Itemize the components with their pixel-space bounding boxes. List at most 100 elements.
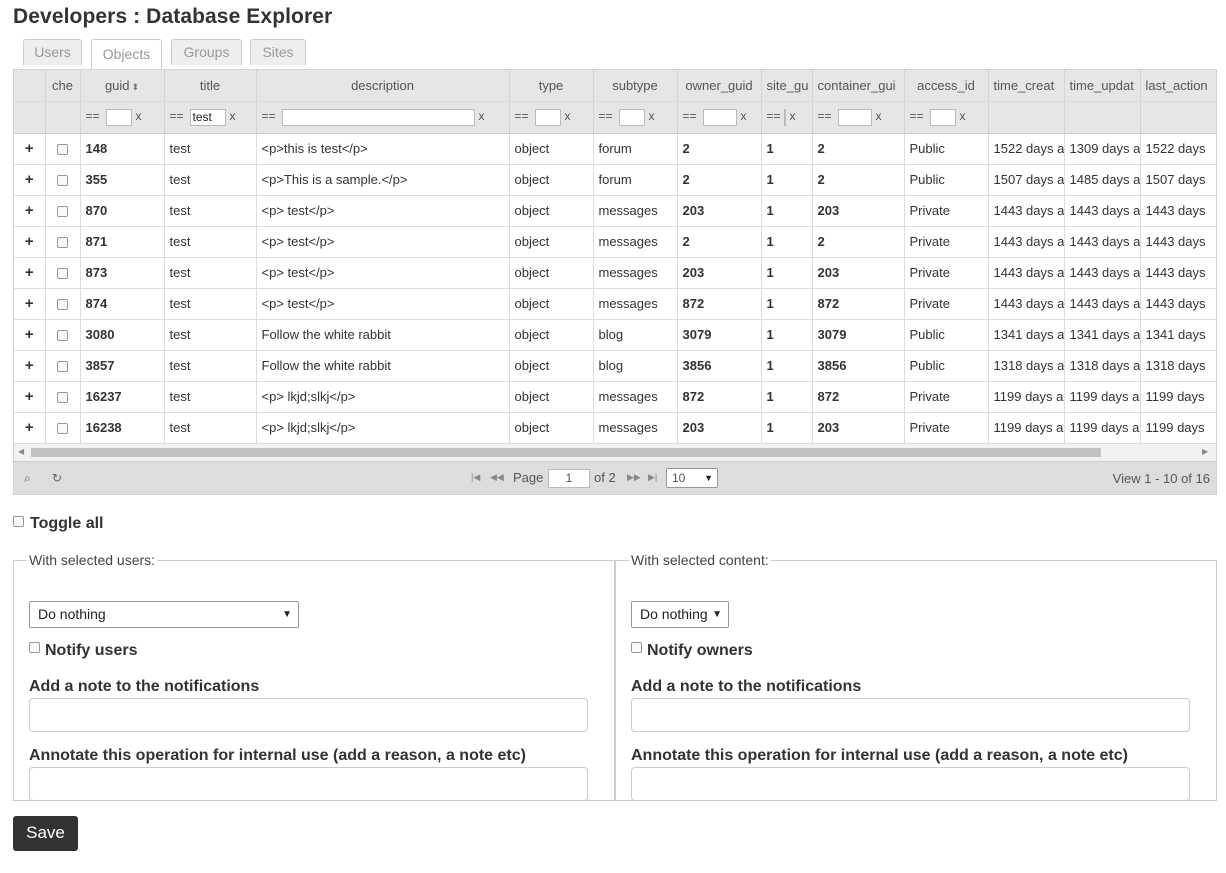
filter-operator: == xyxy=(766,109,781,124)
cell-container-guid: 203 xyxy=(812,195,905,227)
expand-row-icon[interactable]: + xyxy=(14,319,46,351)
filter-clear-button[interactable]: x xyxy=(741,109,747,123)
expand-row-icon[interactable]: + xyxy=(14,195,46,227)
col-header-type[interactable]: type xyxy=(509,70,594,102)
search-icon[interactable]: ⌕ xyxy=(24,471,31,486)
expand-row-icon[interactable]: + xyxy=(14,381,46,413)
expand-row-icon[interactable]: + xyxy=(14,350,46,382)
filter-input-guid[interactable] xyxy=(105,108,132,126)
col-header-last-action[interactable]: last_action xyxy=(1140,70,1216,102)
filter-input-owner-guid[interactable] xyxy=(702,108,737,126)
users-note-input[interactable] xyxy=(29,698,588,732)
chevron-down-icon: ▼ xyxy=(712,609,722,620)
cell-subtype: messages xyxy=(593,195,678,227)
next-page-icon[interactable]: ▶▶ xyxy=(627,472,641,483)
row-checkbox[interactable] xyxy=(57,175,68,187)
expand-row-icon[interactable]: + xyxy=(14,226,46,258)
notify-owners[interactable]: Notify owners xyxy=(631,642,753,660)
first-page-icon[interactable]: |◀ xyxy=(471,472,480,483)
row-checkbox[interactable] xyxy=(57,299,68,311)
rows-per-page-select[interactable]: 10 ▼ xyxy=(666,468,718,488)
users-annotate-input[interactable] xyxy=(29,767,588,801)
col-header-time-created[interactable]: time_creat xyxy=(988,70,1065,102)
table-row[interactable]: +16237 test <p> lkjd;slkj</p> object message… xyxy=(14,381,1216,413)
col-header-check[interactable]: che xyxy=(45,70,81,102)
table-row[interactable]: +871 test <p> test</p> object messages 2 1 2 Pri… xyxy=(14,226,1216,258)
table-row[interactable]: +3080 test Follow the white rabbit object bl… xyxy=(14,319,1216,351)
filter-clear-button[interactable]: x xyxy=(960,109,966,123)
scrollbar-thumb[interactable] xyxy=(31,448,1101,457)
toggle-all-checkbox[interactable] xyxy=(13,516,24,527)
content-annotate-input[interactable] xyxy=(631,767,1190,801)
tab-objects[interactable]: Objects xyxy=(91,39,162,70)
content-action-select[interactable]: Do nothing ▼ xyxy=(631,601,729,628)
col-header-title[interactable]: title xyxy=(164,70,257,102)
col-header-time-updated[interactable]: time_updat xyxy=(1064,70,1141,102)
col-header-guid[interactable]: guid ⬍ xyxy=(80,70,165,102)
row-checkbox[interactable] xyxy=(57,237,68,249)
table-row[interactable]: +16238 test <p> lkjd;slkj</p> object message… xyxy=(14,412,1216,444)
tab-sites[interactable]: Sites xyxy=(250,39,306,65)
row-checkbox[interactable] xyxy=(57,330,68,342)
expand-row-icon[interactable]: + xyxy=(14,133,46,165)
scroll-left-icon[interactable]: ◀ xyxy=(18,447,24,456)
col-header-site-guid[interactable]: site_gu xyxy=(761,70,813,102)
row-checkbox[interactable] xyxy=(57,144,68,156)
filter-clear-button[interactable]: x xyxy=(790,109,796,123)
col-header-description[interactable]: description xyxy=(256,70,510,102)
filter-clear-button[interactable]: x xyxy=(876,109,882,123)
col-header-label: guid xyxy=(104,77,130,93)
users-annotate-label: Annotate this operation for internal use… xyxy=(29,747,526,764)
filter-input-description[interactable] xyxy=(281,108,475,126)
tab-groups[interactable]: Groups xyxy=(171,39,242,65)
expand-row-icon[interactable]: + xyxy=(14,257,46,289)
col-header-subtype[interactable]: subtype xyxy=(593,70,678,102)
cell-subtype: messages xyxy=(593,226,678,258)
filter-input-subtype[interactable] xyxy=(618,108,645,126)
table-row[interactable]: +870 test <p> test</p> object messages 203 1 20… xyxy=(14,195,1216,227)
tab-users[interactable]: Users xyxy=(23,39,82,65)
last-page-icon[interactable]: ▶| xyxy=(648,472,657,483)
row-checkbox[interactable] xyxy=(57,392,68,404)
expand-row-icon[interactable]: + xyxy=(14,164,46,196)
horizontal-scrollbar[interactable]: ◀ ▶ xyxy=(14,444,1216,461)
table-row[interactable]: +148 test <p>this is test</p> object forum 2 1… xyxy=(14,133,1216,165)
col-header-access-id[interactable]: access_id xyxy=(904,70,989,102)
row-checkbox[interactable] xyxy=(57,423,68,435)
table-row[interactable]: +873 test <p> test</p> object messages 203 1 20… xyxy=(14,257,1216,289)
save-button[interactable]: Save xyxy=(13,816,78,851)
notify-owners-checkbox[interactable] xyxy=(631,642,642,653)
notify-users[interactable]: Notify users xyxy=(29,642,137,660)
filter-clear-button[interactable]: x xyxy=(565,109,571,123)
table-row[interactable]: +874 test <p> test</p> object messages 872 1 87… xyxy=(14,288,1216,320)
filter-clear-button[interactable]: x xyxy=(230,109,236,123)
users-action-select[interactable]: Do nothing ▼ xyxy=(29,601,299,628)
expand-row-icon[interactable]: + xyxy=(14,288,46,320)
filter-clear-button[interactable]: x xyxy=(479,109,485,123)
prev-page-icon[interactable]: ◀◀ xyxy=(490,472,504,483)
col-header-owner-guid[interactable]: owner_guid xyxy=(677,70,762,102)
cell-access-id: Private xyxy=(904,381,989,413)
filter-clear-button[interactable]: x xyxy=(136,109,142,123)
filter-input-type[interactable] xyxy=(534,108,561,126)
row-checkbox[interactable] xyxy=(57,206,68,218)
content-note-input[interactable] xyxy=(631,698,1190,732)
filter-input-access-id[interactable] xyxy=(929,108,956,126)
row-checkbox[interactable] xyxy=(57,361,68,373)
toggle-all[interactable]: Toggle all xyxy=(13,515,103,533)
cell-owner-guid: 2 xyxy=(677,133,762,165)
table-row[interactable]: +355 test <p>This is a sample.</p> object fo… xyxy=(14,164,1216,196)
filter-input-site-guid[interactable] xyxy=(783,108,786,126)
notify-owners-label: Notify owners xyxy=(647,642,753,659)
row-checkbox[interactable] xyxy=(57,268,68,280)
notify-users-checkbox[interactable] xyxy=(29,642,40,653)
filter-input-title[interactable]: test xyxy=(189,108,226,126)
scroll-right-icon[interactable]: ▶ xyxy=(1202,447,1208,456)
filter-clear-button[interactable]: x xyxy=(649,109,655,123)
filter-input-container-guid[interactable] xyxy=(837,108,872,126)
refresh-icon[interactable]: ↻ xyxy=(52,471,62,485)
table-row[interactable]: +3857 test Follow the white rabbit object bl… xyxy=(14,350,1216,382)
expand-row-icon[interactable]: + xyxy=(14,412,46,444)
col-header-container-guid[interactable]: container_gui xyxy=(812,70,905,102)
page-number-input[interactable]: 1 xyxy=(548,469,590,488)
